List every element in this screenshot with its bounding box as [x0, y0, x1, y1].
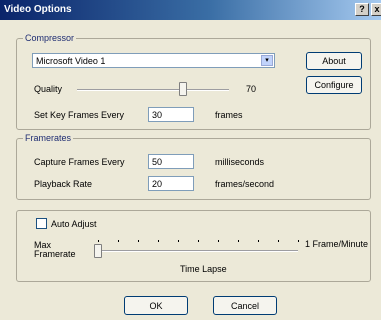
keyframes-value: 30: [152, 110, 163, 120]
compressor-selected-value: Microsoft Video 1: [36, 56, 106, 66]
timelapse-tick: [298, 240, 299, 242]
timelapse-tick: [258, 240, 259, 242]
cancel-button[interactable]: Cancel: [213, 296, 277, 315]
video-options-dialog: Video Options ? x Compressor Microsoft V…: [0, 0, 381, 320]
framerates-group-label: Framerates: [23, 133, 74, 143]
help-button[interactable]: ?: [355, 3, 369, 16]
timelapse-tick: [158, 240, 159, 242]
timelapse-slider-track: [98, 250, 298, 252]
timelapse-max-value: 1 Frame/Minute: [305, 239, 369, 249]
timelapse-tick: [98, 240, 99, 242]
compressor-select[interactable]: Microsoft Video 1 ▾: [32, 53, 275, 68]
about-button[interactable]: About: [306, 52, 362, 70]
timelapse-tick: [198, 240, 199, 242]
configure-button[interactable]: Configure: [306, 76, 362, 94]
window-title: Video Options: [4, 4, 72, 15]
timelapse-tick: [278, 240, 279, 242]
playback-unit: frames/second: [215, 179, 275, 189]
quality-value: 70: [246, 84, 257, 94]
title-bar: Video Options ? x: [0, 0, 381, 20]
capture-unit: milliseconds: [215, 157, 265, 167]
timelapse-tick: [138, 240, 139, 242]
playback-input[interactable]: 20: [148, 176, 194, 191]
keyframes-input[interactable]: 30: [148, 107, 194, 122]
max-framerate-label-line2: Framerate: [34, 249, 76, 259]
auto-adjust-checkbox[interactable]: [36, 218, 47, 229]
timelapse-tick: [118, 240, 119, 242]
quality-slider-track: [77, 89, 229, 91]
quality-slider-thumb[interactable]: [179, 82, 188, 96]
chevron-down-icon[interactable]: ▾: [261, 55, 273, 66]
keyframes-unit: frames: [215, 110, 243, 120]
capture-input[interactable]: 50: [148, 154, 194, 169]
playback-value: 20: [152, 179, 163, 189]
timelapse-tick: [218, 240, 219, 242]
close-button[interactable]: x: [371, 3, 381, 16]
keyframes-label: Set Key Frames Every: [34, 110, 125, 120]
quality-label: Quality: [34, 84, 63, 94]
timelapse-caption: Time Lapse: [180, 264, 227, 274]
timelapse-tick: [178, 240, 179, 242]
playback-label: Playback Rate: [34, 179, 93, 189]
timelapse-slider-thumb[interactable]: [94, 244, 102, 258]
auto-adjust-label: Auto Adjust: [51, 219, 97, 229]
timelapse-tick: [238, 240, 239, 242]
capture-label: Capture Frames Every: [34, 157, 125, 167]
ok-button[interactable]: OK: [124, 296, 188, 315]
compressor-group-label: Compressor: [23, 33, 77, 43]
capture-value: 50: [152, 157, 163, 167]
